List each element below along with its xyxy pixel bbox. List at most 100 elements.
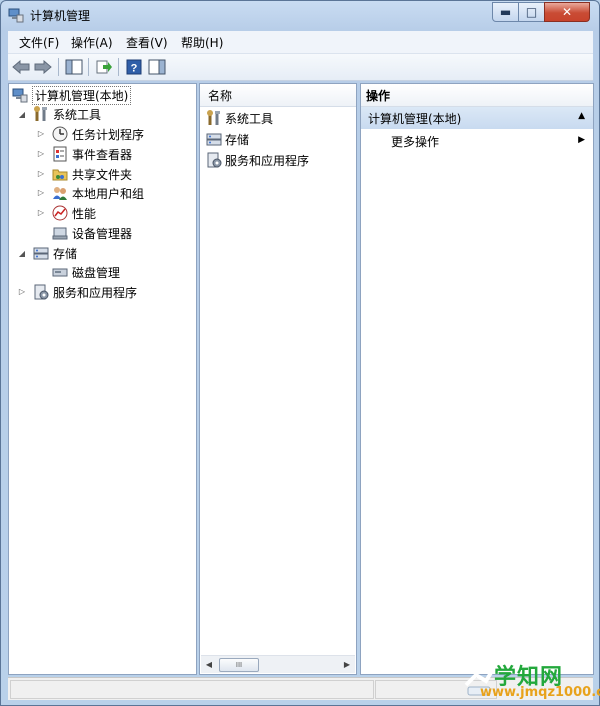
scroll-left-icon[interactable]: ◀ bbox=[201, 656, 217, 673]
console-tree-icon bbox=[65, 59, 83, 75]
expand-arrow-icon[interactable]: ▷ bbox=[17, 287, 27, 296]
collapse-up-icon[interactable]: ▲ bbox=[578, 111, 585, 121]
shared-folder-icon bbox=[52, 169, 68, 181]
tree-node-event-viewer[interactable]: 事件查看器 bbox=[52, 145, 132, 163]
scrollbar-thumb[interactable]: III bbox=[219, 658, 259, 672]
scroll-right-icon[interactable]: ▶ bbox=[339, 656, 355, 673]
title-bar[interactable]: 计算机管理 ▬ □ ✕ bbox=[1, 1, 599, 29]
collapse-arrow-icon[interactable]: ◢ bbox=[17, 249, 27, 258]
event-viewer-icon bbox=[53, 146, 67, 162]
tree-node-disk-management[interactable]: 磁盘管理 bbox=[52, 263, 120, 281]
watermark-url: www.jmqz1000.com bbox=[480, 685, 600, 700]
tree-node-label: 事件查看器 bbox=[72, 147, 133, 162]
menu-action[interactable]: 操作(A) bbox=[71, 34, 113, 51]
toolbar: ? bbox=[8, 54, 593, 81]
close-icon: ✕ bbox=[561, 5, 573, 19]
expand-arrow-icon[interactable]: ▷ bbox=[36, 169, 46, 178]
actions-header-label: 操作 bbox=[366, 88, 391, 103]
column-header-name[interactable]: 名称 bbox=[200, 84, 356, 107]
expand-arrow-icon[interactable]: ▷ bbox=[36, 188, 46, 197]
toolbar-separator bbox=[88, 58, 89, 76]
list-item-label: 服务和应用程序 bbox=[225, 153, 310, 168]
tree-node-services-apps[interactable]: 服务和应用程序 bbox=[33, 283, 137, 301]
actions-group-label: 计算机管理(本地) bbox=[368, 111, 462, 126]
toolbar-separator bbox=[58, 58, 59, 76]
list-item-storage[interactable]: 存储 bbox=[206, 130, 249, 148]
expand-arrow-icon[interactable]: ▷ bbox=[36, 129, 46, 138]
services-icon bbox=[207, 152, 222, 168]
submenu-arrow-icon: ▶ bbox=[578, 135, 585, 145]
minimize-icon: ▬ bbox=[499, 5, 512, 19]
tree-node-label: 存储 bbox=[53, 246, 78, 261]
help-icon: ? bbox=[126, 59, 142, 75]
computer-management-icon bbox=[12, 88, 28, 103]
expand-arrow-icon[interactable]: ▷ bbox=[36, 149, 46, 158]
expand-arrow-icon[interactable]: ▷ bbox=[36, 208, 46, 217]
tree-node-label: 计算机管理(本地) bbox=[32, 85, 132, 105]
tree-node-system-tools[interactable]: 系统工具 bbox=[33, 105, 101, 123]
close-button[interactable]: ✕ bbox=[544, 2, 590, 22]
show-hide-console-tree-button[interactable] bbox=[64, 57, 84, 77]
tree-node-label: 本地用户和组 bbox=[72, 186, 145, 201]
users-icon bbox=[53, 187, 67, 200]
services-icon bbox=[34, 284, 49, 300]
tree-node-label: 任务计划程序 bbox=[72, 127, 145, 142]
maximize-icon: □ bbox=[525, 5, 538, 19]
actions-header: 操作 bbox=[361, 84, 593, 107]
tree-node-label: 设备管理器 bbox=[72, 226, 133, 241]
status-segment bbox=[10, 680, 374, 699]
tree-node-performance[interactable]: 性能 bbox=[52, 204, 96, 222]
device-manager-icon bbox=[52, 227, 68, 240]
results-pane: 名称 系统工具 存储 服务和应用程序 ◀ III ▶ bbox=[199, 83, 357, 675]
forward-button[interactable] bbox=[33, 57, 53, 77]
storage-icon bbox=[206, 133, 222, 146]
clock-icon bbox=[52, 126, 68, 142]
window: 计算机管理 ▬ □ ✕ 文件(F) 操作(A) 查看(V) 帮助(H) ? 计算… bbox=[0, 0, 600, 706]
column-header-label: 名称 bbox=[208, 88, 233, 103]
tools-icon bbox=[34, 106, 47, 121]
show-hide-action-pane-button[interactable] bbox=[147, 57, 167, 77]
minimize-button[interactable]: ▬ bbox=[492, 2, 519, 22]
tree-node-root[interactable]: 计算机管理(本地) bbox=[12, 85, 132, 105]
list-item-label: 存储 bbox=[225, 132, 250, 147]
tree-node-device-manager[interactable]: 设备管理器 bbox=[52, 224, 132, 242]
actions-pane: 操作 计算机管理(本地) ▲ 更多操作 ▶ bbox=[360, 83, 594, 675]
menu-help[interactable]: 帮助(H) bbox=[181, 34, 223, 51]
tree-node-local-users[interactable]: 本地用户和组 bbox=[52, 184, 144, 202]
tree-node-label: 共享文件夹 bbox=[72, 167, 133, 182]
help-button[interactable]: ? bbox=[124, 57, 144, 77]
export-icon bbox=[96, 60, 112, 74]
actions-group-computer-management[interactable]: 计算机管理(本地) ▲ bbox=[361, 107, 593, 129]
tree-node-label: 磁盘管理 bbox=[72, 265, 121, 280]
computer-management-icon bbox=[8, 7, 24, 23]
tree-node-label: 系统工具 bbox=[53, 107, 102, 122]
menu-bar: 文件(F) 操作(A) 查看(V) 帮助(H) bbox=[8, 31, 593, 54]
svg-text:?: ? bbox=[131, 63, 138, 75]
action-pane-icon bbox=[148, 59, 166, 75]
tree-node-task-scheduler[interactable]: 任务计划程序 bbox=[52, 125, 144, 143]
collapse-arrow-icon[interactable]: ◢ bbox=[17, 110, 27, 119]
tree-node-label: 性能 bbox=[72, 206, 97, 221]
maximize-button[interactable]: □ bbox=[518, 2, 545, 22]
toolbar-separator bbox=[118, 58, 119, 76]
list-item-services-apps[interactable]: 服务和应用程序 bbox=[206, 151, 309, 169]
tree-node-storage[interactable]: 存储 bbox=[33, 244, 77, 262]
performance-icon bbox=[52, 205, 68, 221]
back-arrow-icon bbox=[12, 60, 30, 74]
list-item-label: 系统工具 bbox=[225, 111, 274, 126]
menu-file[interactable]: 文件(F) bbox=[19, 34, 59, 51]
more-actions-item[interactable]: 更多操作 ▶ bbox=[361, 131, 593, 151]
back-button[interactable] bbox=[11, 57, 31, 77]
tools-icon bbox=[207, 110, 220, 125]
export-list-button[interactable] bbox=[94, 57, 114, 77]
tree-node-label: 服务和应用程序 bbox=[53, 285, 138, 300]
more-actions-label: 更多操作 bbox=[391, 134, 440, 149]
console-tree-pane: 计算机管理(本地) ◢ 系统工具 ▷ 任务计划程序 ▷ 事件查看器 ▷ 共享文件… bbox=[8, 83, 197, 675]
disk-icon bbox=[52, 268, 68, 277]
storage-icon bbox=[33, 247, 49, 260]
horizontal-scrollbar[interactable]: ◀ III ▶ bbox=[201, 655, 355, 673]
list-item-system-tools[interactable]: 系统工具 bbox=[206, 109, 273, 127]
tree-node-shared-folders[interactable]: 共享文件夹 bbox=[52, 165, 132, 183]
menu-view[interactable]: 查看(V) bbox=[126, 34, 168, 51]
watermark: 学知网 www.jmqz1000.com bbox=[462, 659, 600, 704]
